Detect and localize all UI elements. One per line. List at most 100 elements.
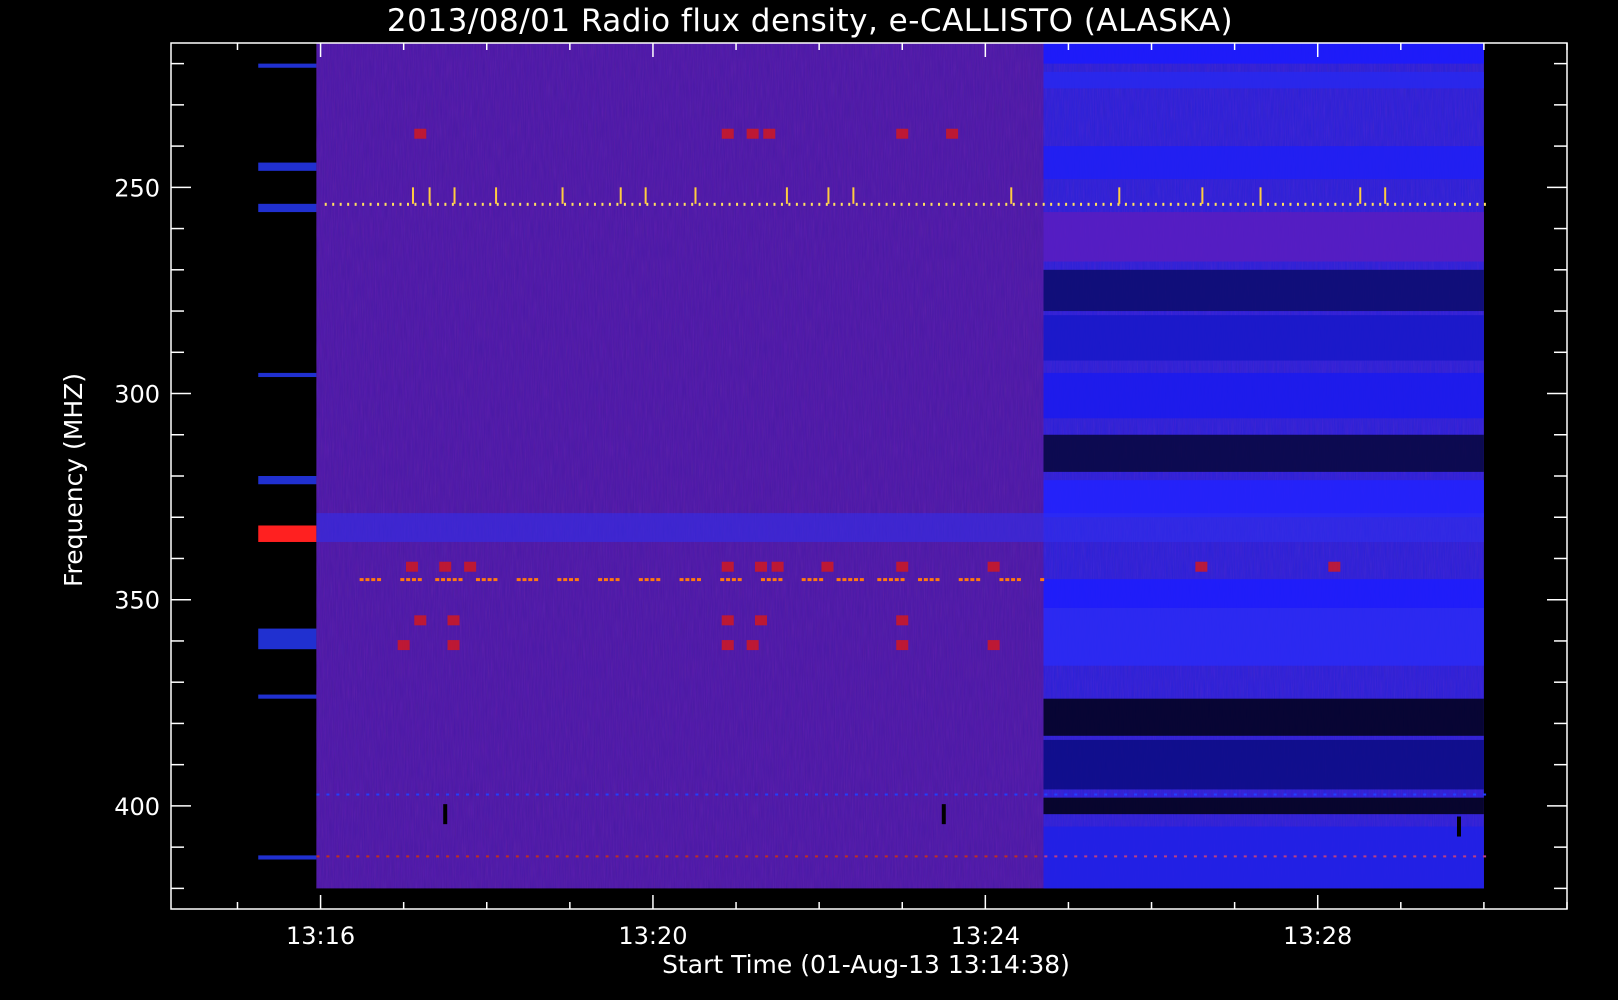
dot-397: [974, 793, 978, 796]
dot-412: [545, 855, 549, 858]
dot-412: [1313, 855, 1317, 858]
spike-dot: [392, 202, 395, 206]
dot-397: [1253, 793, 1257, 796]
spectrogram-chart: 2013/08/01 Radio flux density, e-CALLIST…: [59, 3, 1568, 979]
spike-dot: [1192, 202, 1195, 206]
dot-412: [765, 855, 769, 858]
blue-band: [1043, 579, 1484, 608]
spike-dot: [608, 202, 611, 206]
spike: [428, 187, 431, 204]
line-dash: [481, 578, 486, 582]
dot-412: [1014, 855, 1018, 858]
spike: [495, 187, 498, 204]
dot-412: [924, 855, 928, 858]
spike: [644, 187, 647, 204]
spike-dot: [1087, 202, 1090, 206]
spike-dot: [1416, 202, 1419, 206]
burst-mark: [763, 128, 776, 139]
spike-dot: [1095, 202, 1098, 206]
burst-mark: [447, 615, 460, 626]
dot-397: [1044, 793, 1048, 796]
dot-412: [834, 855, 838, 858]
dot-412: [346, 855, 350, 858]
dot-397: [665, 793, 669, 796]
dot-412: [1303, 855, 1307, 858]
dot-397: [525, 793, 529, 796]
dot-397: [366, 793, 370, 796]
spike-dot: [564, 202, 567, 206]
dot-412: [436, 855, 440, 858]
dark-notch: [941, 804, 946, 825]
dot-412: [805, 855, 809, 858]
line-dash: [615, 578, 620, 582]
line-dash: [720, 578, 725, 582]
spike-dot: [1147, 202, 1150, 206]
x-tick-label: 13:24: [951, 922, 1020, 950]
spike-dot: [1401, 202, 1404, 206]
dot-412: [994, 855, 998, 858]
dot-397: [1383, 793, 1387, 796]
spike-dot: [511, 202, 514, 206]
line-dash: [807, 578, 812, 582]
line-dash: [516, 578, 521, 582]
spike-dot: [698, 202, 701, 206]
dot-412: [1253, 855, 1257, 858]
spike: [561, 187, 564, 204]
dot-397: [615, 793, 619, 796]
dot-412: [964, 855, 968, 858]
line-dash: [458, 578, 463, 582]
dot-397: [994, 793, 998, 796]
spike-dot: [1386, 202, 1389, 206]
spike-dot: [810, 202, 813, 206]
dot-412: [1054, 855, 1058, 858]
dot-412: [1333, 855, 1337, 858]
dot-397: [1233, 793, 1237, 796]
line-dash: [888, 578, 893, 582]
dot-412: [1163, 855, 1167, 858]
dot-412: [1193, 855, 1197, 858]
dot-412: [1433, 855, 1437, 858]
dot-397: [605, 793, 609, 796]
spike-dot: [1139, 202, 1142, 206]
spike-dot: [1281, 202, 1284, 206]
dot-412: [1373, 855, 1377, 858]
chart-title: 2013/08/01 Radio flux density, e-CALLIST…: [387, 3, 1233, 39]
early-band: [258, 855, 317, 860]
dot-412: [685, 855, 689, 858]
line-dash: [452, 578, 457, 582]
line-dash: [638, 578, 643, 582]
early-band: [258, 628, 317, 650]
line-dash: [528, 578, 533, 582]
dot-397: [824, 793, 828, 796]
spike-dot: [1453, 202, 1456, 206]
dot-397: [735, 793, 739, 796]
dot-397: [1134, 793, 1138, 796]
spike-dot: [593, 202, 596, 206]
line-dash: [679, 578, 684, 582]
dot-412: [655, 855, 659, 858]
x-tick-label: 13:20: [618, 922, 687, 950]
line-dash: [970, 578, 975, 582]
burst-mark: [896, 615, 909, 626]
blue-band: [1043, 315, 1484, 361]
dot-412: [1263, 855, 1267, 858]
spike-dot: [466, 202, 469, 206]
dot-397: [964, 793, 968, 796]
spike: [1359, 187, 1362, 204]
dot-412: [1074, 855, 1078, 858]
spike-dot: [840, 202, 843, 206]
dot-412: [1084, 855, 1088, 858]
dot-397: [1453, 793, 1457, 796]
spike-dot: [332, 202, 335, 206]
spike-dot: [765, 202, 768, 206]
spike-dot: [1439, 202, 1442, 206]
spike-dot: [721, 202, 724, 206]
spike-dot: [900, 202, 903, 206]
spike-dot: [975, 202, 978, 206]
dot-412: [1323, 855, 1327, 858]
dot-397: [805, 793, 809, 796]
burst-mark: [397, 640, 410, 651]
spike-dot: [1274, 202, 1277, 206]
dot-397: [1373, 793, 1377, 796]
spike-dot: [1394, 202, 1397, 206]
